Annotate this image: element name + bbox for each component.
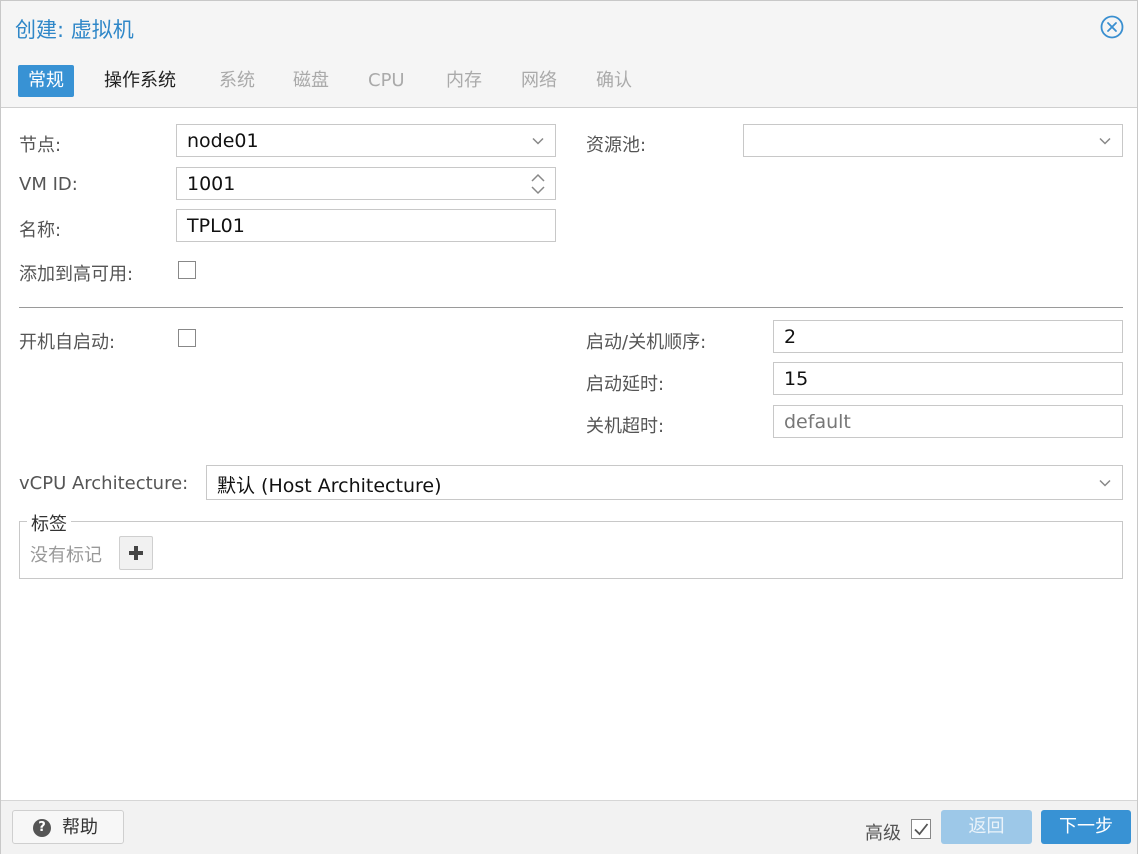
name-value: TPL01 [187, 215, 245, 237]
name-input[interactable]: TPL01 [176, 209, 556, 242]
create-vm-dialog: 创建: 虚拟机 常规 操作系统 系统 磁盘 CPU 内存 网络 确认 节点: n… [0, 0, 1138, 854]
help-label: 帮助 [62, 817, 98, 838]
dialog-footer: ? 帮助 高级 返回 下一步 [1, 800, 1137, 854]
back-button[interactable]: 返回 [941, 810, 1032, 844]
tab-cpu: CPU [368, 70, 405, 91]
onboot-label: 开机自启动: [19, 332, 116, 353]
spinner-arrows-icon[interactable] [530, 171, 546, 197]
tab-system: 系统 [219, 70, 255, 91]
tags-fieldset [19, 521, 1123, 579]
startup-order-label: 启动/关机顺序: [586, 332, 707, 353]
node-label: 节点: [19, 135, 62, 156]
tags-legend: 标签 [27, 510, 71, 536]
tab-memory: 内存 [446, 70, 482, 91]
vmid-spinner[interactable]: 1001 [176, 167, 556, 200]
wizard-tabs: 常规 操作系统 系统 磁盘 CPU 内存 网络 确认 [1, 53, 1137, 108]
next-button[interactable]: 下一步 [1041, 810, 1131, 844]
ha-label: 添加到高可用: [19, 264, 134, 285]
node-value: node01 [187, 130, 259, 152]
onboot-checkbox[interactable] [178, 329, 196, 347]
no-tags-text: 没有标记 [30, 545, 102, 566]
startup-delay-input[interactable]: 15 [773, 362, 1123, 395]
shutdown-timeout-input[interactable]: default [773, 405, 1123, 438]
startup-order-value: 2 [784, 326, 797, 348]
question-circle-icon: ? [33, 819, 51, 837]
vcpu-arch-select[interactable]: 默认 (Host Architecture) [206, 465, 1123, 500]
advanced-label: 高级 [865, 823, 901, 844]
chevron-down-icon[interactable] [531, 134, 545, 148]
add-tag-button[interactable] [119, 536, 153, 570]
vmid-value: 1001 [187, 173, 236, 195]
section-divider [19, 307, 1123, 308]
shutdown-timeout-placeholder: default [784, 411, 851, 433]
dialog-title: 创建: 虚拟机 [15, 18, 134, 42]
vcpu-arch-label: vCPU Architecture: [19, 473, 189, 494]
node-select[interactable]: node01 [176, 124, 556, 157]
tab-os[interactable]: 操作系统 [104, 65, 176, 97]
advanced-checkbox[interactable] [911, 819, 931, 839]
plus-icon [129, 546, 143, 560]
name-label: 名称: [19, 220, 62, 241]
vcpu-arch-value: 默认 (Host Architecture) [217, 475, 442, 497]
pool-select[interactable] [743, 124, 1123, 157]
tab-disks: 磁盘 [293, 70, 329, 91]
shutdown-timeout-label: 关机超时: [586, 416, 665, 437]
tab-general[interactable]: 常规 [18, 65, 74, 97]
startup-order-input[interactable]: 2 [773, 320, 1123, 353]
pool-label: 资源池: [586, 135, 647, 156]
help-button[interactable]: ? 帮助 [12, 810, 124, 844]
startup-delay-value: 15 [784, 368, 809, 390]
tab-network: 网络 [521, 70, 557, 91]
tab-confirm: 确认 [596, 70, 632, 91]
startup-delay-label: 启动延时: [586, 374, 665, 395]
vmid-label: VM ID: [19, 174, 78, 195]
ha-checkbox[interactable] [178, 261, 196, 279]
close-icon[interactable] [1100, 15, 1124, 39]
dialog-titlebar: 创建: 虚拟机 [1, 1, 1137, 53]
chevron-down-icon[interactable] [1098, 134, 1112, 148]
chevron-down-icon[interactable] [1098, 476, 1112, 490]
